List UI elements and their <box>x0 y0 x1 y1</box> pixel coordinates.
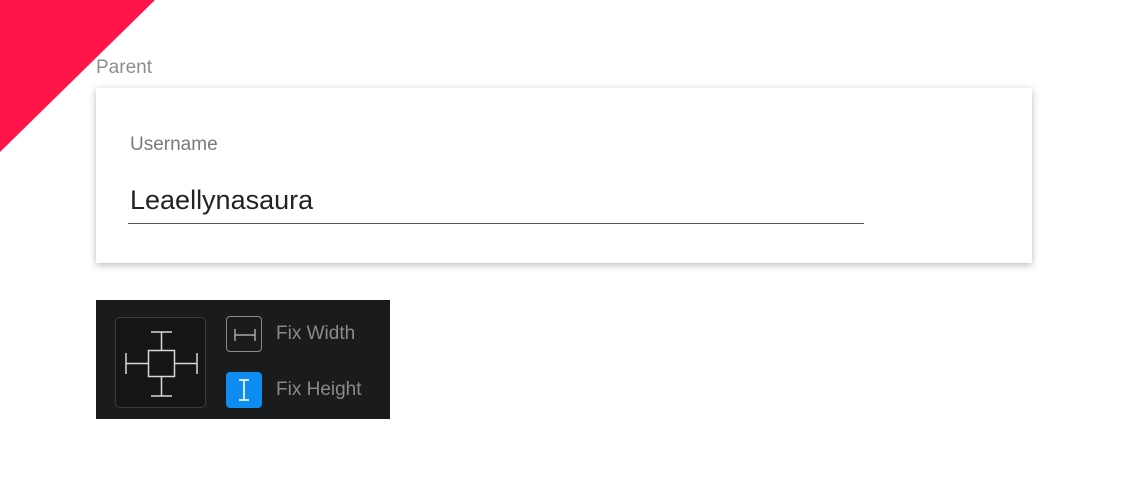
resize-panel: Fix Width Fix Height <box>96 300 390 419</box>
username-label: Username <box>130 134 218 155</box>
fix-width-label: Fix Width <box>276 323 356 344</box>
page: Parent Username Leaellynasaura Fix Width… <box>0 0 1128 484</box>
fix-width-toggle[interactable] <box>226 316 262 352</box>
username-card: Username <box>96 88 1032 263</box>
vertical-span-icon <box>239 379 249 401</box>
fix-height-label: Fix Height <box>276 379 362 400</box>
horizontal-span-icon <box>234 329 256 341</box>
parent-label: Parent <box>96 57 152 78</box>
fix-height-option[interactable]: Fix Height <box>226 372 386 408</box>
fix-width-option[interactable]: Fix Width <box>226 316 386 352</box>
pin-constraints-icon <box>125 331 198 397</box>
pin-constraints-control[interactable] <box>115 317 206 408</box>
fix-height-toggle[interactable] <box>226 372 262 408</box>
username-input[interactable] <box>128 178 864 224</box>
